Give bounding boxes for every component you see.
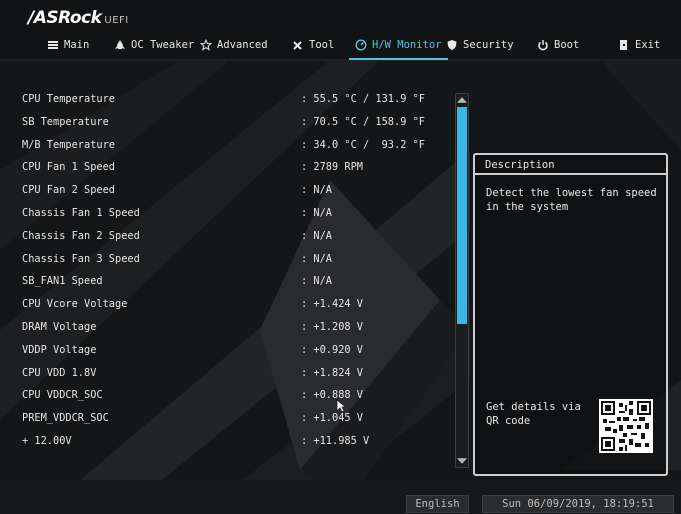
row-label: PREM_VDDCR_SOC <box>22 412 109 425</box>
row-label: Chassis Fan 2 Speed <box>22 229 140 242</box>
mouse-pointer-icon <box>336 399 346 413</box>
tab-tool[interactable]: Tool <box>292 34 334 56</box>
row-chassis-fan-2-speed[interactable]: Chassis Fan 2 Speed : N/A <box>0 226 450 248</box>
row-value: : N/A <box>301 184 332 197</box>
row-label: DRAM Voltage <box>22 321 97 333</box>
row-prem-vddcr-soc[interactable]: PREM_VDDCR_SOC : +1.045 V <box>0 408 450 430</box>
row-label: CPU VDDCR_SOC <box>22 389 103 402</box>
row-label: CPU Fan 1 Speed <box>22 161 115 174</box>
monitor-gauge-icon <box>355 39 367 51</box>
tab-boot-label: Boot <box>554 39 580 51</box>
scroll-down-arrow-icon[interactable] <box>457 458 467 464</box>
qr-code-icon <box>599 399 653 453</box>
tab-boot[interactable]: Boot <box>537 34 579 56</box>
row-sb-temperature[interactable]: SB Temperature : 70.5 °C / 158.9 °F <box>0 112 450 134</box>
tab-oc-tweaker-label: OC Tweaker <box>131 39 195 51</box>
row-value: : N/A <box>301 207 332 219</box>
row-cpu-fan-2-speed[interactable]: CPU Fan 2 Speed : N/A <box>0 180 450 202</box>
row-value: : +1.045 V <box>301 412 363 425</box>
language-selector[interactable]: English <box>406 495 469 513</box>
row-mb-temperature[interactable]: M/B Temperature : 34.0 °C / 93.2 °F <box>0 135 450 157</box>
row-sb-fan1-speed[interactable]: SB_FAN1 Speed : N/A <box>0 271 450 293</box>
row-cpu-vddcr-soc[interactable]: CPU VDDCR_SOC : +0.888 V <box>0 385 450 407</box>
tab-exit[interactable]: Exit <box>618 34 660 56</box>
tab-advanced-label: Advanced <box>217 39 268 51</box>
row-value: : +11.985 V <box>301 435 370 447</box>
row-label: Chassis Fan 1 Speed <box>22 207 140 219</box>
shield-icon <box>447 40 457 50</box>
description-panel: Description Detect the lowest fan speed … <box>473 153 668 476</box>
rocket-icon <box>115 40 125 49</box>
description-title: Description <box>475 155 666 175</box>
top-nav: Main OC Tweaker Advanced Tool H/W Monito… <box>0 34 681 60</box>
row-chassis-fan-1-speed[interactable]: Chassis Fan 1 Speed : N/A <box>0 203 450 225</box>
logo-brand: /ASRock <box>28 8 102 28</box>
row-label: + 12.00V <box>22 435 72 447</box>
row-value: : N/A <box>301 252 332 265</box>
tab-hw-monitor[interactable]: H/W Monitor <box>349 34 448 60</box>
list-scrollbar[interactable] <box>455 93 469 468</box>
description-text: Detect the lowest fan speed in the syste… <box>486 187 657 213</box>
row-label: CPU Fan 2 Speed <box>22 184 115 197</box>
row-label: CPU Vcore Voltage <box>22 298 128 311</box>
row-value: : 70.5 °C / 158.9 °F <box>301 115 425 128</box>
row-cpu-fan-1-speed[interactable]: CPU Fan 1 Speed : 2789 RPM <box>0 157 450 179</box>
tools-icon <box>293 41 302 50</box>
active-tab-indicator <box>349 58 448 60</box>
tab-hw-monitor-label: H/W Monitor <box>372 39 442 51</box>
scrollbar-thumb[interactable] <box>457 107 467 324</box>
row-value: : +1.424 V <box>301 298 363 311</box>
row-vddp-voltage[interactable]: VDDP Voltage : +0.920 V <box>0 340 450 362</box>
row-label: SB Temperature <box>22 115 109 128</box>
scroll-up-arrow-icon[interactable] <box>457 97 467 103</box>
row-value: : 2789 RPM <box>301 161 363 174</box>
row-label: M/B Temperature <box>22 138 115 151</box>
menu-list-icon <box>48 41 58 49</box>
tab-oc-tweaker[interactable]: OC Tweaker <box>114 34 194 56</box>
datetime-display: Sun 06/09/2019, 18:19:51 <box>482 495 674 513</box>
row-value: : 55.5 °C / 131.9 °F <box>301 93 425 105</box>
exit-door-icon <box>620 40 627 50</box>
power-icon <box>538 40 548 51</box>
tab-advanced[interactable]: Advanced <box>200 34 268 56</box>
tab-main-label: Main <box>64 39 90 51</box>
row-cpu-temperature[interactable]: CPU Temperature : 55.5 °C / 131.9 °F <box>0 89 450 111</box>
tab-security-label: Security <box>463 39 514 51</box>
tab-security[interactable]: Security <box>446 34 514 56</box>
row-chassis-fan-3-speed[interactable]: Chassis Fan 3 Speed : N/A <box>0 249 450 271</box>
tab-tool-label: Tool <box>309 39 335 51</box>
row-label: Chassis Fan 3 Speed <box>22 252 140 265</box>
row-label: CPU VDD 1.8V <box>22 366 97 379</box>
logo-suffix: UEFI <box>104 15 129 26</box>
row-cpu-vcore-voltage[interactable]: CPU Vcore Voltage : +1.424 V <box>0 294 450 316</box>
qr-hint-text: Get details via QR code <box>486 401 581 427</box>
row-value: : N/A <box>301 275 332 288</box>
asrock-uefi-logo: /ASRock UEFI <box>28 8 129 28</box>
row-value: : 34.0 °C / 93.2 °F <box>301 138 425 151</box>
tab-exit-label: Exit <box>635 39 661 51</box>
row-value: : +0.888 V <box>301 389 363 402</box>
row-value: : +0.920 V <box>301 343 363 356</box>
row-dram-voltage[interactable]: DRAM Voltage : +1.208 V <box>0 317 450 339</box>
row-cpu-vdd-1-8v[interactable]: CPU VDD 1.8V : +1.824 V <box>0 363 450 385</box>
star-icon <box>200 39 212 51</box>
row-12v-rail[interactable]: + 12.00V : +11.985 V <box>0 431 450 453</box>
row-value: : +1.208 V <box>301 321 363 333</box>
row-value: : N/A <box>301 229 332 242</box>
tab-main[interactable]: Main <box>47 34 89 56</box>
row-label: SB_FAN1 Speed <box>22 275 103 288</box>
row-label: CPU Temperature <box>22 93 115 105</box>
row-label: VDDP Voltage <box>22 343 97 356</box>
row-value: : +1.824 V <box>301 366 363 379</box>
